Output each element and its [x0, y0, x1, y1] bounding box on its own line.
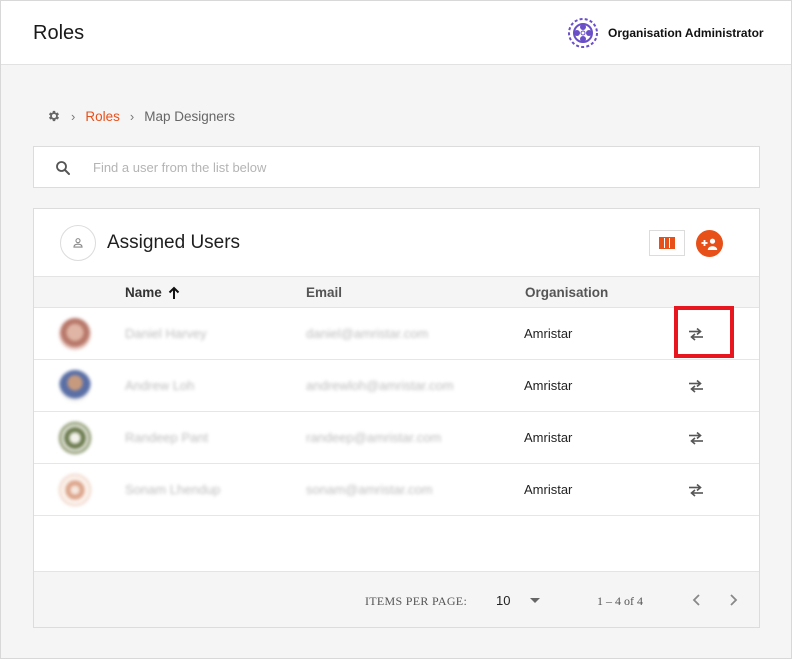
assigned-users-card: Assigned Users Name Email Organisation D… — [33, 208, 760, 628]
column-header-name[interactable]: Name — [125, 285, 180, 300]
reassign-button[interactable] — [686, 428, 706, 448]
breadcrumb-link-roles[interactable]: Roles — [85, 109, 120, 124]
column-header-email[interactable]: Email — [306, 285, 342, 300]
avatar — [59, 474, 91, 506]
user-organisation: Amristar — [524, 482, 573, 497]
chevron-down-icon[interactable] — [530, 598, 540, 603]
user-name: Daniel Harvey — [125, 326, 207, 341]
table-header: Name Email Organisation — [34, 276, 759, 308]
user-organisation: Amristar — [524, 326, 573, 341]
table-row[interactable]: Andrew Loh andrewloh@amristar.com Amrist… — [34, 360, 759, 412]
pagination-range: 1 – 4 of 4 — [597, 594, 643, 608]
card-title: Assigned Users — [107, 232, 241, 253]
organisation-logo-icon — [568, 18, 598, 48]
breadcrumb-separator: › — [129, 108, 135, 124]
reassign-button[interactable] — [686, 480, 706, 500]
breadcrumb-current: Map Designers — [144, 108, 235, 124]
avatar — [59, 422, 91, 454]
chevron-right-icon[interactable] — [726, 592, 740, 608]
search-input[interactable] — [93, 155, 733, 179]
table-row[interactable]: Daniel Harvey daniel@amristar.com Amrist… — [34, 306, 759, 360]
avatar — [59, 318, 91, 350]
avatar — [59, 370, 91, 402]
user-name: Andrew Loh — [125, 378, 195, 393]
user-organisation: Amristar — [524, 430, 573, 445]
add-user-button[interactable] — [696, 230, 723, 257]
user-name: Randeep Pant — [125, 430, 209, 445]
swap-arrows-icon — [689, 431, 703, 445]
breadcrumb: › Roles › Map Designers — [47, 107, 235, 125]
breadcrumb-separator: › — [71, 108, 76, 124]
user-organisation: Amristar — [524, 378, 573, 393]
swap-arrows-icon — [689, 327, 703, 341]
gear-icon[interactable] — [47, 109, 61, 123]
columns-icon — [659, 237, 675, 249]
sort-ascending-icon — [168, 286, 179, 299]
table-row[interactable]: Randeep Pant randeep@amristar.com Amrist… — [34, 412, 759, 464]
top-bar: Roles Organisation Administrator — [1, 1, 791, 65]
reassign-button[interactable] — [686, 324, 706, 344]
swap-arrows-icon — [689, 379, 703, 393]
organisation-name[interactable]: Organisation Administrator — [608, 26, 764, 40]
user-email: andrewloh@amristar.com — [306, 378, 454, 393]
column-header-organisation[interactable]: Organisation — [525, 285, 608, 300]
user-email: sonam@amristar.com — [306, 482, 433, 497]
user-email: randeep@amristar.com — [306, 430, 442, 445]
table-row[interactable]: Sonam Lhendup sonam@amristar.com Amrista… — [34, 464, 759, 516]
swap-arrows-icon — [689, 483, 703, 497]
items-per-page-select[interactable]: 10 — [496, 593, 510, 608]
items-per-page-label: ITEMS PER PAGE: — [365, 594, 468, 608]
chevron-left-icon[interactable] — [690, 592, 704, 608]
pagination-footer: ITEMS PER PAGE: 10 1 – 4 of 4 — [34, 571, 759, 627]
page-title: Roles — [33, 22, 85, 44]
card-header: Assigned Users — [34, 209, 759, 276]
user-email: daniel@amristar.com — [306, 326, 429, 341]
reassign-button[interactable] — [686, 376, 706, 396]
user-name: Sonam Lhendup — [125, 482, 221, 497]
search-box — [33, 146, 760, 188]
columns-button[interactable] — [649, 230, 685, 256]
add-user-icon — [701, 238, 717, 250]
search-icon — [56, 161, 70, 175]
user-icon — [60, 225, 96, 261]
